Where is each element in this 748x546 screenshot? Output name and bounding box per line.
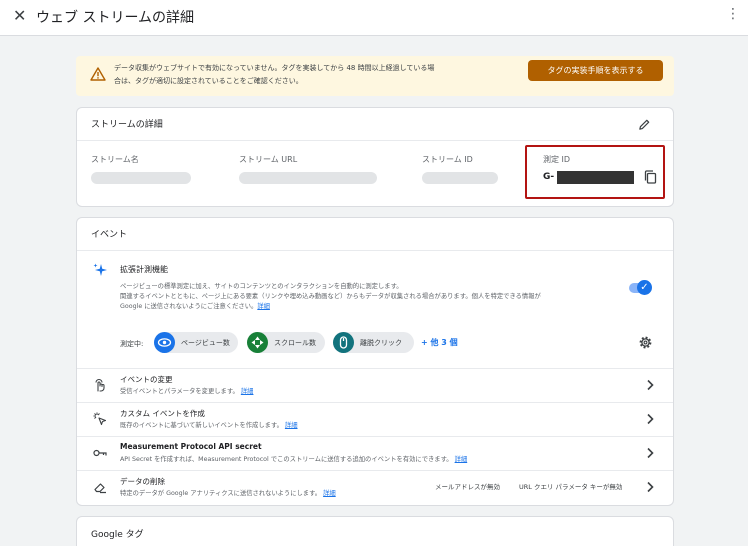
mouse-icon — [333, 332, 354, 353]
banner-line-1: データ収集がウェブサイトで有効になっていません。タグを実装してから 48 時間以… — [114, 64, 435, 72]
row-title: データの削除 — [120, 477, 165, 486]
measurement-id-label: 測定 ID — [543, 155, 571, 164]
measurement-id-highlight: 測定 ID G- — [525, 145, 665, 199]
banner-line-2: 合は、タグが適切に設定されていることをご確認ください。 — [114, 77, 303, 85]
events-heading: イベント — [91, 230, 128, 240]
stream-id-value-redacted — [422, 172, 498, 184]
row-desc-text: API Secret を作成すれば、Measurement Protocol で… — [120, 456, 453, 463]
modify-events-row[interactable]: イベントの変更 受信イベントとパラメータを変更します。 詳細 — [77, 368, 673, 401]
page-title: ウェブ ストリームの詳細 — [36, 10, 195, 26]
row-desc-text: 受信イベントとパラメータを変更します。 — [120, 388, 239, 395]
row-desc-text: 特定のデータが Google アナリティクスに送信されないようにします。 — [120, 490, 322, 497]
row-description: 特定のデータが Google アナリティクスに送信されないようにします。 詳細 — [120, 488, 336, 497]
touch-icon — [95, 379, 105, 392]
row-title: イベントの変更 — [120, 375, 173, 384]
google-tag-header: Google タグ — [77, 517, 673, 546]
measurement-id-value: G- — [543, 172, 555, 182]
row-description: API Secret を作成すれば、Measurement Protocol で… — [120, 454, 467, 463]
chevron-right-icon — [647, 447, 654, 459]
email-disabled-tag: メールアドレスが無効 — [435, 483, 500, 491]
chip-scrolls[interactable]: スクロール数 — [247, 332, 325, 353]
chip-label: スクロール数 — [274, 339, 316, 347]
top-bar: ✕ ウェブ ストリームの詳細 ⋮ — [0, 0, 748, 36]
chevron-right-icon — [647, 481, 654, 493]
stream-details-header: ストリームの詳細 — [77, 108, 673, 141]
chip-label: 離脱クリック — [360, 339, 402, 347]
row-learn-more-link[interactable]: 詳細 — [285, 422, 298, 429]
enhanced-desc-line-3: Google に送信されないようにご注意ください。詳細 — [120, 302, 590, 312]
row-learn-more-link[interactable]: 詳細 — [455, 456, 468, 463]
row-title: Measurement Protocol API secret — [120, 442, 262, 451]
row-learn-more-link[interactable]: 詳細 — [241, 388, 254, 395]
warning-banner: データ収集がウェブサイトで有効になっていません。タグを実装してから 48 時間以… — [76, 56, 674, 96]
enhanced-desc-line-1: ページビューの標準測定に加え、サイトのコンテンツとのインタラクションを自動的に測… — [120, 283, 403, 290]
row-description: 受信イベントとパラメータを変更します。 詳細 — [120, 386, 253, 395]
create-custom-event-row[interactable]: カスタム イベントを作成 既存のイベントに基づいて新しいイベントを作成します。 … — [77, 402, 673, 435]
events-header: イベント — [77, 218, 673, 251]
show-tag-instructions-button[interactable]: タグの実装手順を表示する — [528, 60, 663, 81]
row-description: 既存のイベントに基づいて新しいイベントを作成します。 詳細 — [120, 420, 298, 429]
gear-icon[interactable] — [638, 335, 653, 350]
enhanced-desc-text-3: Google に送信されないようにご注意ください。 — [120, 303, 258, 310]
measurement-id-redaction — [557, 171, 634, 184]
row-desc-text: 既存のイベントに基づいて新しいイベントを作成します。 — [120, 422, 283, 429]
measurement-protocol-row[interactable]: Measurement Protocol API secret API Secr… — [77, 436, 673, 469]
warning-icon — [90, 67, 106, 81]
chip-page-views[interactable]: ページビュー数 — [154, 332, 238, 353]
eraser-icon — [94, 483, 106, 494]
more-vert-icon[interactable]: ⋮ — [726, 7, 740, 21]
row-title: カスタム イベントを作成 — [120, 409, 205, 418]
google-tag-card: Google タグ — [76, 516, 674, 546]
click-sparkle-icon — [93, 412, 107, 426]
pencil-icon[interactable] — [638, 118, 651, 131]
stream-url-label: ストリーム URL — [239, 155, 298, 164]
stream-name-value-redacted — [91, 172, 191, 184]
chevron-right-icon — [647, 413, 654, 425]
data-deletion-row[interactable]: データの削除 特定のデータが Google アナリティクスに送信されないようにし… — [77, 470, 673, 503]
stream-url-value-redacted — [239, 172, 377, 184]
enhanced-learn-more-link[interactable]: 詳細 — [257, 303, 270, 310]
enhanced-measurement-description: ページビューの標準測定に加え、サイトのコンテンツとのインタラクションを自動的に測… — [120, 282, 590, 312]
sparkle-icon — [93, 263, 107, 276]
key-icon — [93, 449, 107, 457]
stream-name-label: ストリーム名 — [91, 155, 139, 164]
close-icon[interactable]: ✕ — [13, 6, 26, 25]
stream-details-heading: ストリームの詳細 — [91, 120, 163, 130]
enhanced-measurement-title: 拡張計測機能 — [120, 265, 168, 274]
more-metrics-link[interactable]: + 他 3 個 — [421, 337, 458, 348]
chevron-right-icon — [647, 379, 654, 391]
url-query-disabled-tag: URL クエリ パラメータ キーが無効 — [519, 483, 623, 491]
copy-icon[interactable] — [644, 170, 657, 184]
chip-outbound-clicks[interactable]: 離脱クリック — [333, 332, 414, 353]
scroll-crosshair-icon — [247, 332, 268, 353]
eye-icon — [154, 332, 175, 353]
stream-details-card: ストリームの詳細 ストリーム名 ストリーム URL ストリーム ID 測定 ID… — [76, 107, 674, 207]
enhanced-desc-line-2: 関連するイベントとともに、ページ上にある要素（リンクや埋め込み動画など）からもデ… — [120, 293, 541, 300]
google-tag-heading: Google タグ — [91, 530, 144, 540]
banner-text: データ収集がウェブサイトで有効になっていません。タグを実装してから 48 時間以… — [114, 62, 514, 88]
chip-label: ページビュー数 — [181, 339, 230, 347]
toggle-check-icon[interactable]: ✓ — [637, 280, 652, 295]
stream-id-label: ストリーム ID — [422, 155, 473, 164]
row-learn-more-link[interactable]: 詳細 — [323, 490, 336, 497]
measuring-label: 測定中: — [120, 340, 144, 348]
events-card: イベント 拡張計測機能 ページビューの標準測定に加え、サイトのコンテンツとのイン… — [76, 217, 674, 506]
